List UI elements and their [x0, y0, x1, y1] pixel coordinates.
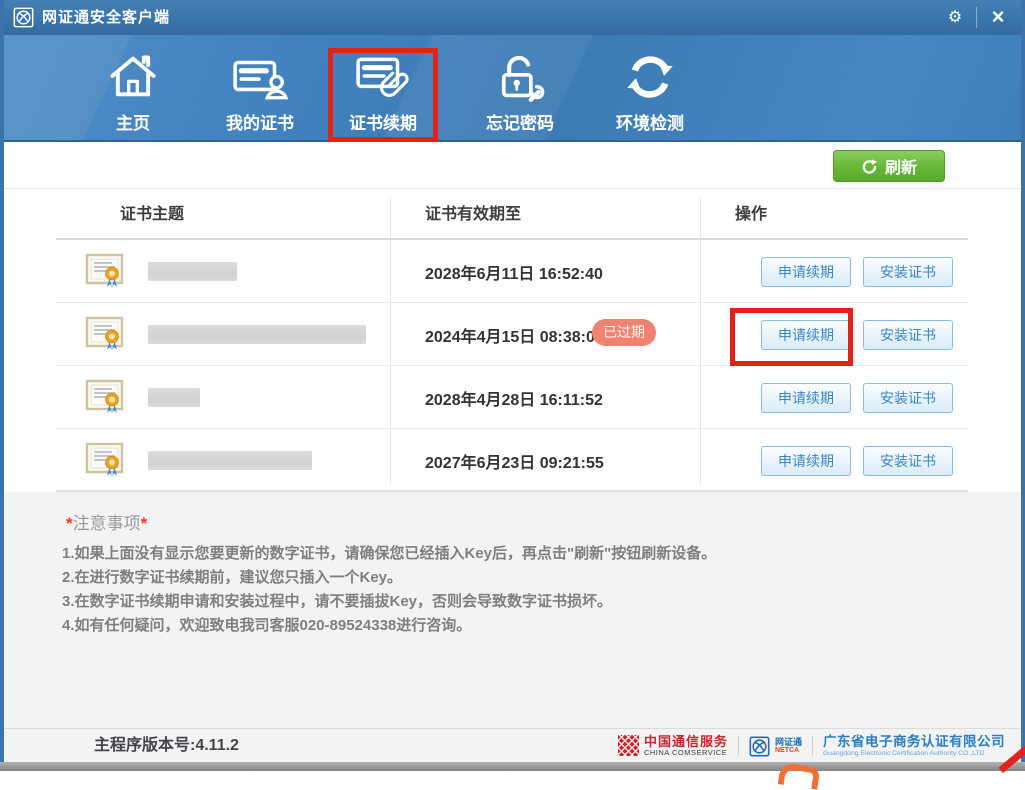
- expiry-date: 2028年6月11日 16:52:40: [425, 266, 603, 283]
- title-bar: 网证通安全客户端 ⚙ ×: [0, 0, 1025, 35]
- gdca-logo: 广东省电子商务认证有限公司 Guangdong Electronic Certi…: [823, 734, 1005, 757]
- note-item: 4.如有任何疑问，欢迎致电我司客服020-89524338进行咨询。: [62, 617, 472, 634]
- logo-title: 网证通: [774, 737, 802, 747]
- home-icon: [110, 55, 156, 97]
- certificate-paperclip-icon: [356, 57, 409, 97]
- toolbar: 刷新: [4, 142, 1021, 189]
- column-header-actions: 操作: [735, 206, 768, 223]
- apply-renewal-button[interactable]: 申请续期: [761, 320, 851, 350]
- window-title: 网证通安全客户端: [42, 9, 171, 26]
- install-cert-button[interactable]: 安装证书: [863, 320, 953, 350]
- nav-item-my-certificates[interactable]: 我的证书: [200, 51, 320, 137]
- nav-item-home[interactable]: 主页: [73, 51, 193, 137]
- logo-title: 广东省电子商务认证有限公司: [823, 734, 1005, 750]
- nav-label: 我的证书: [226, 114, 294, 133]
- table-row: 2028年4月28日 16:11:52 申请续期 安装证书: [56, 366, 968, 429]
- logo-title: 中国通信服务: [643, 734, 728, 750]
- settings-gear-icon[interactable]: ⚙: [940, 4, 970, 31]
- logo-subtitle: NETCA: [774, 747, 800, 754]
- unlock-wrench-icon: [501, 55, 545, 102]
- nav-label: 证书续期: [349, 114, 417, 133]
- footer-logos: 中国通信服务 CHINA COMSERVICE 网证通 NETCA 广东省电子商…: [617, 729, 1005, 763]
- table-row: 2028年6月11日 16:52:40 申请续期 安装证书: [56, 240, 968, 303]
- app-window: 网证通安全客户端 ⚙ × 主页 我的证书 证书续期 忘记密码 环境检测 刷新 证…: [0, 0, 1025, 790]
- window-border-bottom: [0, 762, 1025, 771]
- note-item: 2.在进行数字证书续期前，建议您只插入一个Key。: [62, 569, 403, 586]
- expiry-date: 2028年4月28日 16:11:52: [425, 392, 603, 409]
- blurred-subject: [148, 325, 366, 344]
- logo-subtitle: Guangdong Electronic Certification Autho…: [823, 749, 985, 757]
- apply-renewal-button[interactable]: 申请续期: [761, 383, 851, 413]
- column-header-expiry: 证书有效期至: [425, 206, 522, 223]
- nav-label: 环境检测: [616, 114, 684, 133]
- logo-subtitle: CHINA COMSERVICE: [643, 747, 728, 757]
- nav-item-environment-check[interactable]: 环境检测: [590, 51, 710, 137]
- blurred-subject: [148, 388, 200, 407]
- install-cert-button[interactable]: 安装证书: [863, 257, 953, 287]
- china-comservice-icon: [617, 735, 639, 757]
- install-cert-button[interactable]: 安装证书: [863, 446, 953, 476]
- refresh-button[interactable]: 刷新: [833, 150, 945, 182]
- cycle-arrows-icon: [627, 56, 673, 98]
- app-logo-icon: [13, 7, 34, 28]
- close-icon[interactable]: ×: [983, 4, 1013, 31]
- table-row: 2027年6月23日 09:21:55 申请续期 安装证书: [56, 429, 968, 492]
- asterisk-mark: *: [66, 514, 73, 533]
- china-comservice-logo: 中国通信服务 CHINA COMSERVICE: [617, 734, 728, 757]
- nav-item-forgot-password[interactable]: 忘记密码: [460, 51, 580, 137]
- blurred-subject: [148, 451, 312, 470]
- nav-label: 忘记密码: [486, 114, 554, 133]
- certificate-user-icon: [233, 60, 288, 100]
- footer-bar: 主程序版本号:4.11.2 中国通信服务 CHINA COMSERVICE 网证…: [4, 728, 1021, 762]
- expired-badge: 已过期: [592, 319, 656, 346]
- apply-renewal-button[interactable]: 申请续期: [761, 446, 851, 476]
- notes-title: *注意事项*: [66, 514, 148, 533]
- nav-bar: 主页 我的证书 证书续期 忘记密码 环境检测: [0, 35, 1025, 142]
- expiry-date: 2027年6月23日 09:21:55: [425, 455, 604, 472]
- table-row: 2024年4月15日 08:38:08 已过期 申请续期 安装证书: [56, 303, 968, 366]
- netca-logo: 网证通 NETCA: [749, 736, 802, 757]
- note-item: 1.如果上面没有显示您要更新的数字证书，请确保您已经插入Key后，再点击"刷新"…: [62, 545, 717, 562]
- certificate-icon: [85, 379, 124, 414]
- expiry-date: 2024年4月15日 08:38:08: [425, 329, 604, 346]
- titlebar-divider: [976, 7, 977, 28]
- logo-divider: [737, 736, 739, 756]
- netca-icon: [749, 736, 770, 756]
- asterisk-mark: *: [140, 514, 148, 533]
- apply-renewal-button[interactable]: 申请续期: [761, 257, 851, 287]
- certificate-icon: [85, 316, 124, 351]
- blurred-subject: [148, 262, 237, 281]
- refresh-icon: [862, 158, 877, 174]
- logo-divider: [812, 736, 813, 756]
- window-border-right: [1021, 0, 1025, 762]
- note-item: 3.在数字证书续期申请和安装过程中，请不要插拔Key，否则会导致数字证书损坏。: [62, 593, 613, 610]
- column-header-subject: 证书主题: [120, 206, 185, 223]
- window-border-left: [0, 0, 4, 762]
- certificate-table: 证书主题 证书有效期至 操作 2028年6月11日 16:52:40 申请续期 …: [4, 189, 1021, 492]
- certificate-icon: [85, 442, 124, 477]
- install-cert-button[interactable]: 安装证书: [863, 383, 953, 413]
- version-label: 主程序版本号:4.11.2: [94, 737, 239, 754]
- certificate-icon: [85, 253, 124, 288]
- refresh-label: 刷新: [884, 160, 917, 177]
- nav-item-cert-renewal[interactable]: 证书续期: [323, 51, 443, 137]
- table-header: 证书主题 证书有效期至 操作: [56, 189, 968, 240]
- notes-section: *注意事项* 1.如果上面没有显示您要更新的数字证书，请确保您已经插入Key后，…: [4, 492, 1021, 728]
- nav-label: 主页: [116, 114, 150, 133]
